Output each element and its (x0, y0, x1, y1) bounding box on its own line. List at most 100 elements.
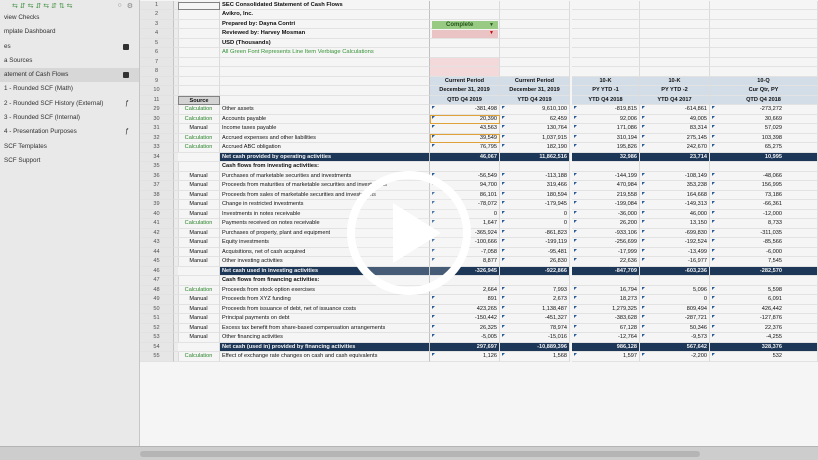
source-cell[interactable]: Manual (178, 314, 220, 324)
meta-label[interactable] (220, 67, 430, 77)
source-cell[interactable]: Manual (178, 323, 220, 333)
value-cell[interactable] (500, 67, 570, 77)
value-cell[interactable]: 83,314 (640, 124, 710, 134)
value-cell[interactable]: -85,566 (710, 238, 818, 248)
value-cell[interactable]: -48,066 (710, 171, 818, 181)
value-cell[interactable]: -149,313 (640, 200, 710, 210)
source-cell[interactable] (178, 10, 220, 20)
source-cell[interactable] (178, 48, 220, 58)
value-cell[interactable]: 32,986 (572, 152, 640, 162)
value-cell[interactable]: 986,128 (572, 342, 640, 352)
value-cell[interactable]: 310,194 (572, 133, 640, 143)
value-cell[interactable]: 46,000 (640, 209, 710, 219)
source-cell[interactable]: Manual (178, 190, 220, 200)
source-cell[interactable]: Calculation (178, 105, 220, 115)
value-cell[interactable] (500, 162, 570, 172)
value-cell[interactable]: 156,995 (710, 181, 818, 191)
value-cell[interactable]: 219,558 (572, 190, 640, 200)
source-cell[interactable]: Manual (178, 257, 220, 267)
value-cell[interactable]: -6,000 (710, 247, 818, 257)
column-header[interactable]: 10-Q (710, 76, 818, 86)
scrollbar-thumb[interactable] (140, 451, 700, 457)
sheet-tab-item[interactable]: atement of Cash Flows (0, 68, 139, 83)
value-cell[interactable]: 50,346 (640, 323, 710, 333)
value-cell[interactable]: 78,974 (500, 323, 570, 333)
source-cell[interactable]: Manual (178, 247, 220, 257)
line-item-label[interactable]: Other assets (220, 105, 430, 115)
line-item-label[interactable]: Accrued ABC obligation (220, 143, 430, 153)
value-cell[interactable]: 26,830 (500, 257, 570, 267)
line-item-label[interactable]: Effect of exchange rate changes on cash … (220, 352, 430, 362)
source-cell[interactable]: Calculation (178, 352, 220, 362)
value-cell[interactable]: 43,563 (430, 124, 500, 134)
value-cell[interactable] (640, 162, 710, 172)
value-cell[interactable] (500, 38, 570, 48)
review-dropdown[interactable]: ▼ (432, 30, 498, 38)
value-cell[interactable]: 1,597 (572, 352, 640, 362)
source-cell[interactable] (178, 266, 220, 276)
source-cell[interactable]: Manual (178, 124, 220, 134)
value-cell[interactable] (640, 19, 710, 29)
value-cell[interactable]: 23,714 (640, 152, 710, 162)
value-cell[interactable]: 18,273 (572, 295, 640, 305)
value-cell[interactable]: 22,636 (572, 257, 640, 267)
value-cell[interactable]: 2,673 (500, 295, 570, 305)
value-cell[interactable]: 65,275 (710, 143, 818, 153)
line-item-label[interactable]: Proceeds from issuance of debt, net of i… (220, 304, 430, 314)
source-column-header[interactable]: Source (178, 95, 220, 105)
sheet-tab-item[interactable]: 2 - Rounded SCF History (External) ƒ (0, 97, 139, 111)
sheet-tab-item[interactable]: SCF Templates (0, 140, 139, 154)
value-cell[interactable]: 13,150 (640, 219, 710, 229)
meta-label[interactable]: Prepared by: Dayna Contri (220, 19, 430, 29)
value-cell[interactable]: -95,481 (500, 247, 570, 257)
value-cell[interactable]: 26,200 (572, 219, 640, 229)
value-cell[interactable]: 426,442 (710, 304, 818, 314)
value-cell[interactable]: 1,126 (430, 352, 500, 362)
value-cell[interactable] (710, 38, 818, 48)
meta-label[interactable]: All Green Font Represents Line Item Verb… (220, 48, 430, 58)
value-cell[interactable] (710, 162, 818, 172)
value-cell[interactable] (430, 57, 500, 67)
line-item-label[interactable]: Net cash provided by operating activitie… (220, 152, 430, 162)
value-cell[interactable]: -2,200 (640, 352, 710, 362)
value-cell[interactable]: -5,005 (430, 333, 500, 343)
value-cell[interactable]: 182,190 (500, 143, 570, 153)
value-cell[interactable] (500, 276, 570, 286)
value-cell[interactable]: 0 (640, 295, 710, 305)
source-cell[interactable] (178, 276, 220, 286)
source-cell[interactable]: Manual (178, 228, 220, 238)
source-cell[interactable] (178, 19, 220, 29)
source-cell[interactable] (178, 29, 220, 39)
value-cell[interactable]: 5,096 (640, 285, 710, 295)
value-cell[interactable]: -861,823 (500, 228, 570, 238)
value-cell[interactable]: 67,128 (572, 323, 640, 333)
value-cell[interactable]: -192,524 (640, 238, 710, 248)
source-cell[interactable]: Calculation (178, 143, 220, 153)
line-item-label[interactable]: Income taxes payable (220, 124, 430, 134)
value-cell[interactable]: 470,984 (572, 181, 640, 191)
value-cell[interactable] (640, 0, 710, 10)
value-cell[interactable]: 39,549 (430, 133, 500, 143)
value-cell[interactable]: -282,570 (710, 266, 818, 276)
line-item-label[interactable]: Other financing activities (220, 333, 430, 343)
line-item-label[interactable]: Principal payments on debt (220, 314, 430, 324)
value-cell[interactable]: -36,000 (572, 209, 640, 219)
value-cell[interactable] (710, 29, 818, 39)
value-cell[interactable] (710, 276, 818, 286)
value-cell[interactable] (640, 29, 710, 39)
value-cell[interactable]: -66,361 (710, 200, 818, 210)
chevron-down-icon[interactable]: ▼ (489, 30, 494, 36)
value-cell[interactable]: -15,016 (500, 333, 570, 343)
source-cell[interactable]: Manual (178, 304, 220, 314)
source-cell[interactable] (178, 342, 220, 352)
value-cell[interactable] (640, 38, 710, 48)
source-cell[interactable]: Manual (178, 200, 220, 210)
source-cell[interactable] (178, 152, 220, 162)
sheet-tab-item[interactable]: 4 - Presentation Purposes ƒ (0, 125, 139, 139)
value-cell[interactable]: -381,498 (430, 105, 500, 115)
value-cell[interactable]: 20,390 (430, 114, 500, 124)
column-header[interactable]: 10-K (572, 76, 640, 86)
status-dropdown[interactable]: Complete ▼ (432, 20, 498, 29)
value-cell[interactable] (500, 10, 570, 20)
column-header[interactable]: QTD Q4 2018 (710, 95, 818, 105)
